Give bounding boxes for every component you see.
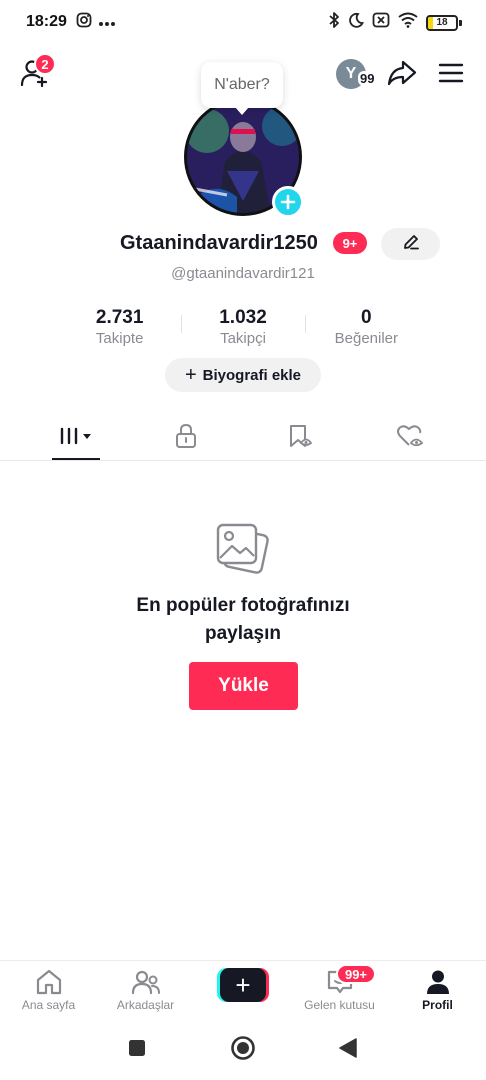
- hamburger-menu-icon: [438, 62, 464, 89]
- tab-private[interactable]: [162, 415, 210, 461]
- photos-icon: [213, 520, 271, 578]
- battery-fill: [428, 16, 434, 29]
- nav-home[interactable]: Ana sayfa: [0, 967, 97, 1021]
- moon-icon: [348, 12, 364, 33]
- videos-grid-icon: [58, 425, 94, 452]
- battery: 18: [426, 14, 458, 31]
- stat-followers-value: 1.032: [219, 307, 267, 328]
- plus-icon: +: [184, 364, 197, 386]
- back-button[interactable]: [338, 1037, 358, 1059]
- account-count: 99: [358, 71, 377, 86]
- tab-videos[interactable]: [52, 415, 100, 461]
- nav-profile-label: Profil: [422, 998, 453, 1012]
- nav-home-label: Ana sayfa: [21, 998, 76, 1012]
- add-bio-label: Biyografi ekle: [202, 366, 302, 384]
- share-profile-button[interactable]: [386, 60, 418, 90]
- nav-friends-label: Arkadaşlar: [116, 998, 175, 1012]
- stat-following[interactable]: 2.731 Takipte: [58, 307, 181, 351]
- battery-level: 18: [436, 17, 448, 28]
- more-dots-icon: [98, 14, 116, 32]
- inbox-badge: 99+: [336, 964, 376, 984]
- menu-button[interactable]: [437, 62, 465, 88]
- liked-heart-icon: [396, 423, 424, 454]
- account-switch-button[interactable]: Y 99: [336, 59, 380, 91]
- nav-profile[interactable]: Profil: [389, 967, 486, 1021]
- user-handle: @gtaanindavardir121: [171, 265, 315, 282]
- content-tabs: [0, 415, 486, 461]
- empty-state-title-line2: paylaşın: [204, 623, 282, 644]
- status-time: 18:29: [26, 13, 67, 30]
- empty-state-title: En popüler fotoğrafınızı paylaşın: [0, 592, 486, 648]
- active-tab-indicator: [52, 458, 100, 460]
- no-sim-icon: [372, 12, 390, 33]
- profile-stats: 2.731 Takipte 1.032 Takipçi 0 Beğeniler: [58, 307, 428, 351]
- lock-icon: [174, 423, 198, 454]
- stat-following-label: Takipte: [95, 330, 144, 347]
- create-icon: +: [220, 968, 266, 1002]
- stat-following-value: 2.731: [95, 307, 144, 328]
- add-friends-badge: 2: [34, 53, 56, 75]
- bluetooth-icon: [328, 11, 340, 34]
- wifi-icon: [398, 12, 418, 33]
- tab-saved[interactable]: [276, 415, 324, 461]
- status-right-icons: 18: [328, 11, 462, 34]
- pencil-icon: [402, 233, 420, 256]
- friends-icon: [131, 967, 161, 997]
- stat-likes[interactable]: 0 Beğeniler: [304, 307, 428, 351]
- profile-avatar-container[interactable]: [184, 98, 304, 218]
- status-bar: 18:29 18: [0, 0, 486, 44]
- home-system-button[interactable]: [230, 1035, 256, 1061]
- nav-friends[interactable]: Arkadaşlar: [97, 967, 194, 1021]
- tab-liked[interactable]: [386, 415, 434, 461]
- display-name: Gtaanindavardir1250: [120, 232, 318, 254]
- instagram-icon: [76, 12, 92, 33]
- plus-icon: [280, 194, 296, 210]
- note-bubble[interactable]: N'aber?: [201, 62, 283, 115]
- circle-icon: [231, 1036, 255, 1060]
- profile-icon: [424, 967, 452, 997]
- nav-inbox-label: Gelen kutusu: [304, 998, 375, 1012]
- add-bio-button[interactable]: + Biyografi ekle: [165, 358, 321, 392]
- status-left-icons: [76, 12, 116, 33]
- empty-state-title-line1: En popüler fotoğrafınızı: [136, 595, 350, 616]
- square-icon: [129, 1040, 145, 1056]
- system-navigation-bar: [0, 1022, 486, 1080]
- edit-profile-button[interactable]: [381, 228, 440, 260]
- home-icon: [34, 967, 64, 997]
- stat-followers-label: Takipçi: [220, 330, 266, 347]
- battery-tip: [459, 19, 462, 26]
- stat-likes-value: 0: [361, 307, 372, 328]
- triangle-back-icon: [339, 1038, 357, 1058]
- name-notification-badge[interactable]: 9+: [333, 232, 367, 254]
- add-story-button[interactable]: [272, 186, 304, 218]
- recents-button[interactable]: [127, 1038, 147, 1058]
- battery-icon: 18: [426, 14, 462, 31]
- bookmark-icon: [287, 423, 313, 454]
- stat-likes-label: Beğeniler: [334, 330, 399, 347]
- share-icon: [387, 59, 417, 92]
- create-button[interactable]: +: [217, 968, 269, 1002]
- upload-button[interactable]: Yükle: [189, 662, 298, 710]
- note-bubble-text: N'aber?: [214, 76, 270, 93]
- stat-followers[interactable]: 1.032 Takipçi: [181, 307, 304, 351]
